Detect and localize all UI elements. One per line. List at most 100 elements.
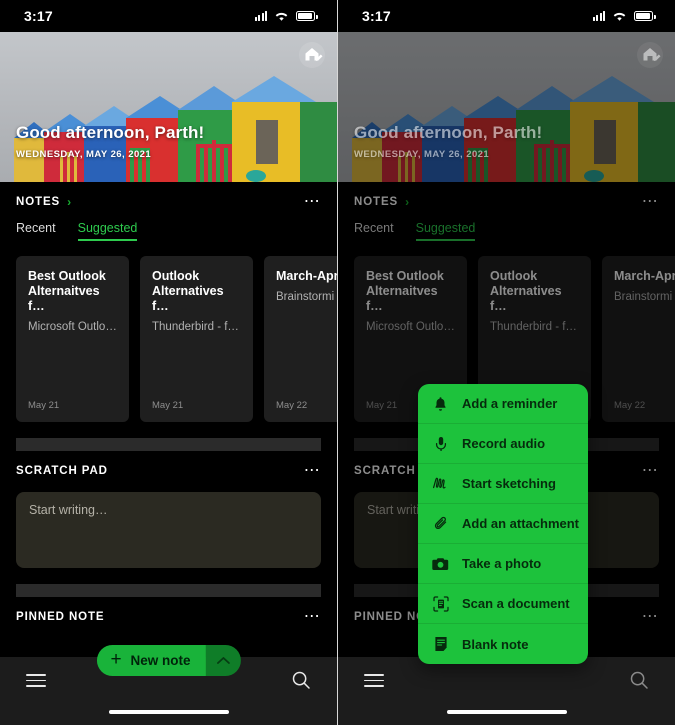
notes-title-label: NOTES <box>354 196 399 208</box>
wifi-icon <box>613 12 626 21</box>
chevron-up-icon[interactable] <box>205 645 241 676</box>
tab-recent[interactable]: Recent <box>16 221 56 241</box>
more-options-icon[interactable]: ⋯ <box>304 463 321 479</box>
menu-item-take-photo[interactable]: Take a photo <box>418 544 588 584</box>
notes-title[interactable]: NOTES › <box>354 195 410 209</box>
note-card[interactable]: Best Outlook Alternaitves f… Microsoft O… <box>16 256 129 422</box>
tab-recent[interactable]: Recent <box>354 221 394 241</box>
hamburger-menu-icon[interactable] <box>26 670 46 691</box>
home-edit-icon[interactable] <box>637 42 663 68</box>
greeting-text: Good afternoon, Parth! <box>16 123 205 142</box>
search-icon[interactable] <box>629 670 649 690</box>
note-card-title: Outlook Alternatives f… <box>490 269 562 313</box>
status-bar: 3:17 <box>338 0 675 32</box>
panel-left: 3:17 Good afternoon, Parth! WEDNESDAY, M… <box>0 0 337 725</box>
menu-item-label: Take a photo <box>462 556 542 571</box>
cellular-signal-icon <box>254 11 267 21</box>
pinned-note-header: PINNED NOTE ⋯ <box>16 609 321 625</box>
blank-note-icon <box>432 636 449 653</box>
more-options-icon[interactable]: ⋯ <box>304 609 321 625</box>
note-card-subtitle: Microsoft Outlo… <box>28 321 117 333</box>
menu-item-record-audio[interactable]: Record audio <box>418 424 588 464</box>
note-cards-list[interactable]: Best Outlook Alternaitves f… Microsoft O… <box>16 256 337 422</box>
status-time: 3:17 <box>362 8 391 24</box>
chevron-right-icon[interactable]: › <box>67 195 72 209</box>
menu-item-add-reminder[interactable]: Add a reminder <box>418 384 588 424</box>
hero-date-text: WEDNESDAY, MAY 26, 2021 <box>354 149 490 160</box>
cellular-signal-icon <box>592 11 605 21</box>
pinned-note-title: PINNED NOTE <box>16 611 105 623</box>
note-card-date: May 22 <box>276 400 308 411</box>
new-note-button[interactable]: + New note <box>96 645 241 676</box>
paperclip-icon <box>432 515 449 532</box>
battery-icon <box>634 11 656 21</box>
scratch-pad-title: SCRATCH PAD <box>16 465 108 477</box>
menu-item-label: Add an attachment <box>462 516 580 531</box>
chevron-right-icon[interactable]: › <box>405 195 410 209</box>
more-options-icon[interactable]: ⋯ <box>642 194 659 210</box>
home-indicator <box>108 709 229 714</box>
notes-title[interactable]: NOTES › <box>16 195 72 209</box>
dual-screenshot-stage: 3:17 Good afternoon, Parth! WEDNESDAY, M… <box>0 0 675 725</box>
menu-item-scan-document[interactable]: Scan a document <box>418 584 588 624</box>
notes-title-label: NOTES <box>16 196 61 208</box>
more-options-icon[interactable]: ⋯ <box>304 194 321 210</box>
tab-suggested[interactable]: Suggested <box>77 221 138 241</box>
new-note-context-menu[interactable]: Add a reminder Record audio Start sketch… <box>418 384 588 664</box>
scan-document-icon <box>432 595 449 612</box>
note-card-subtitle: Microsoft Outlo… <box>366 321 455 333</box>
note-card-date: May 21 <box>366 400 398 411</box>
menu-item-start-sketching[interactable]: Start sketching <box>418 464 588 504</box>
panel-right: 3:17 Good afternoon, Parth! WEDNESDAY, M… <box>338 0 675 725</box>
hero-banner: Good afternoon, Parth! WEDNESDAY, MAY 26… <box>338 32 675 182</box>
note-card[interactable]: March-Apr Brainstormi May 22 <box>602 256 675 422</box>
wifi-icon <box>275 12 288 21</box>
menu-item-add-attachment[interactable]: Add an attachment <box>418 504 588 544</box>
menu-item-label: Add a reminder <box>462 396 558 411</box>
hamburger-menu-icon[interactable] <box>364 670 384 691</box>
note-card[interactable]: March-Apr Brainstormi May 22 <box>264 256 337 422</box>
home-edit-icon[interactable] <box>299 42 325 68</box>
section-divider <box>16 438 321 451</box>
notes-tabs: Recent Suggested <box>16 221 321 241</box>
note-card-title: Best Outlook Alternaitves f… <box>28 269 106 313</box>
notes-header: NOTES › ⋯ <box>16 194 321 210</box>
new-note-main[interactable]: + New note <box>96 645 206 676</box>
status-time: 3:17 <box>24 8 53 24</box>
bell-icon <box>432 395 449 412</box>
bottom-navigation-bar <box>338 657 675 725</box>
notes-tabs: Recent Suggested <box>354 221 659 241</box>
note-card-title: Outlook Alternatives f… <box>152 269 224 313</box>
notes-section: NOTES › ⋯ Recent Suggested Best Outlook … <box>0 182 337 451</box>
new-note-label: New note <box>130 653 191 668</box>
status-icons <box>254 11 318 22</box>
search-icon[interactable] <box>291 670 311 690</box>
note-card-subtitle: Thunderbird - f… <box>490 321 577 333</box>
scratch-pad-input[interactable]: Start writing… <box>16 492 321 568</box>
tab-suggested[interactable]: Suggested <box>415 221 476 241</box>
note-card-subtitle: Brainstormi <box>276 291 335 303</box>
plus-icon: + <box>110 649 122 670</box>
scratch-pad-header: SCRATCH PAD ⋯ <box>16 463 321 479</box>
hero-banner: Good afternoon, Parth! WEDNESDAY, MAY 26… <box>0 32 337 182</box>
note-card-date: May 21 <box>28 400 60 411</box>
note-card[interactable]: Outlook Alternatives f… Thunderbird - f…… <box>140 256 253 422</box>
status-bar: 3:17 <box>0 0 337 32</box>
camera-icon <box>432 555 449 572</box>
hero-text: Good afternoon, Parth! WEDNESDAY, MAY 26… <box>16 123 204 160</box>
microphone-icon <box>432 435 449 452</box>
greeting-text: Good afternoon, Parth! <box>354 123 543 142</box>
note-card-title: Best Outlook Alternaitves f… <box>366 269 444 313</box>
more-options-icon[interactable]: ⋯ <box>642 609 659 625</box>
hero-text: Good afternoon, Parth! WEDNESDAY, MAY 26… <box>354 123 542 160</box>
note-card-subtitle: Brainstormi <box>614 291 673 303</box>
more-options-icon[interactable]: ⋯ <box>642 463 659 479</box>
section-divider <box>16 584 321 597</box>
status-icons <box>592 11 656 22</box>
battery-icon <box>296 11 318 21</box>
note-card-date: May 21 <box>152 400 184 411</box>
menu-item-label: Start sketching <box>462 476 556 491</box>
note-card-subtitle: Thunderbird - f… <box>152 321 239 333</box>
menu-item-blank-note[interactable]: Blank note <box>418 624 588 664</box>
scratch-pad-section: SCRATCH PAD ⋯ Start writing… <box>0 451 337 597</box>
